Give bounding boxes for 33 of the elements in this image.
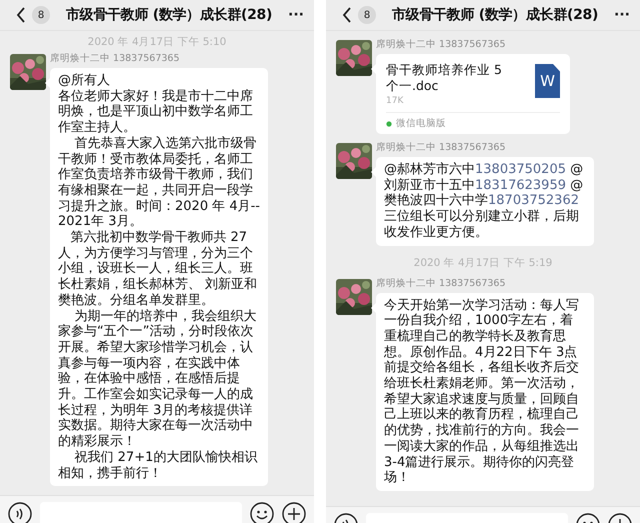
message-text: @所有人	[58, 73, 111, 89]
chat-title: 市级骨干教师 (数学）成长群(28)	[390, 6, 600, 24]
unread-count: 8	[32, 6, 50, 24]
file-name: 骨干教师培养作业 5个一.doc	[386, 62, 503, 94]
more-button[interactable]: ···	[288, 7, 304, 23]
message-text: 首先恭喜大家入选第六批市级骨干教师！受市教体局委托，名师工作室负责培养市级骨干教师，我们有缘相聚在一起，共同开启一段学习提升之旅。时间：2020 年 4月--2021年 3月。	[58, 136, 260, 230]
chat-title: 市级骨干教师 (数学）成长群(28)	[64, 6, 274, 24]
sender-name: 席明焕十二中 13837567365	[376, 141, 507, 154]
voice-icon[interactable]	[8, 502, 32, 523]
document-icon: W	[535, 64, 560, 98]
back-icon[interactable]	[16, 7, 26, 23]
app-icon	[386, 120, 393, 126]
unread-count: 8	[358, 6, 376, 24]
file-source: 微信电脑版	[396, 117, 446, 130]
phone-link[interactable]: 18317623959	[475, 178, 566, 193]
phone-link[interactable]: 18703752362	[488, 193, 579, 208]
timestamp: 2020 年 4月17日 下午 5:10	[86, 35, 228, 49]
more-button[interactable]: ···	[614, 7, 630, 23]
message-text: @郝林芳市六中 13803750205 @刘新亚市十五中 18317623959 @樊艳波四十六中学18703752362 三位组长可以分别建立小群，后期收发作业更方便。	[384, 162, 584, 241]
message-text: 今天开始第一次学习活动：每人写一份自我介绍，1000字左右，着重梳理自己的教学特长及教育思想。原创作品。4月22日下午 3点前提交给各组长，各组长收齐后交给班长杜素娟老师。第一次活动，希望大家追求速度与质量，回顾自己上班以来的教育历程，梳理自己的优势，找准前行的方向。我会一一阅读大家的作品，从每组推选出3-4篇进行展示。期待你的闪亮登场！	[384, 298, 580, 486]
sender-name: 席明焕十二中 13837567365	[376, 276, 507, 290]
message-text: 各位老师大家好！我是市十二中席明焕，也是平顶山初中数学名师工作室主持人。	[58, 88, 254, 136]
message-text: 为期一年的培养中，我会组织大家参与“五个一”活动，分时段依次开展。希望大家珍惜学习机会，认真参与每一项内容，在实践中体验，在体验中感悟，在感悟后提升。工作室会如实记录每一人的成长过程，为明年 3月的考核提供详实数据。期待大家在每一次活动中的精彩展示！	[58, 308, 258, 450]
emoji-icon[interactable]	[250, 502, 274, 523]
back-icon[interactable]	[342, 7, 352, 23]
message-text: 祝我们 27+1的大团队愉快相识相知，携手前行！	[58, 450, 258, 482]
phone-link[interactable]: 13803750205	[475, 162, 566, 177]
timestamp: 2020 年 4月17日 下午 5:19	[412, 256, 554, 270]
sender-name: 席明焕十二中 13837567365	[376, 38, 507, 51]
message-text: 第六批初中数学骨干教师共 27人，为方便学习与管理，分为三个小组，设班长一人，组长三人。班长杜素娟，组长郝林芳、 刘新亚和樊艳波。分组名单发群里。	[58, 230, 258, 309]
file-size: 17K	[386, 96, 404, 106]
sender-name: 席明焕十二中 13837567365	[50, 52, 181, 65]
add-icon[interactable]	[282, 502, 306, 523]
